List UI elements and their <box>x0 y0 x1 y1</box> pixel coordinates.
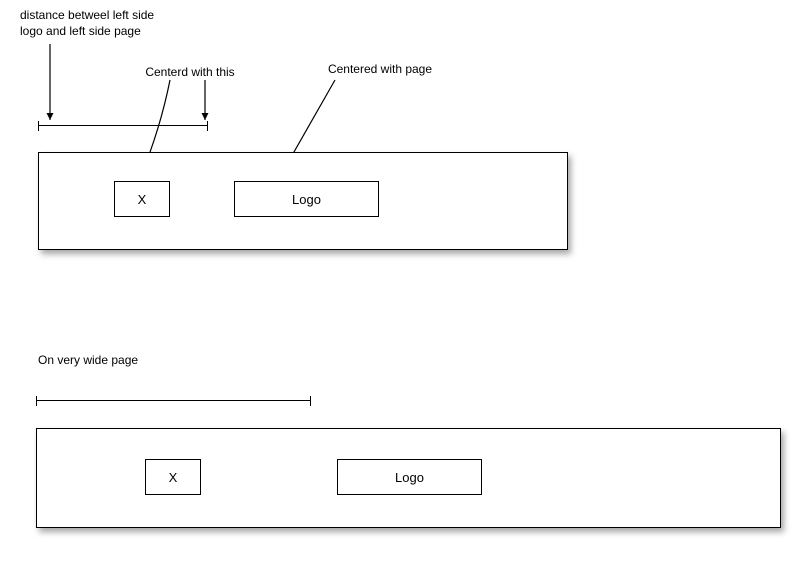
page-box-wide: X Logo <box>36 428 781 528</box>
x-label: X <box>169 470 178 485</box>
dimension-line-top <box>38 125 208 129</box>
annotation-text: Centerd with this <box>145 65 234 79</box>
logo-label: Logo <box>395 470 424 485</box>
annotation-text: Centered with page <box>328 62 432 76</box>
annotation-centered-with-this: Centerd with this <box>135 65 245 81</box>
x-label: X <box>138 192 147 207</box>
x-box-wide: X <box>145 459 201 495</box>
annotation-centered-with-page: Centered with page <box>310 62 450 78</box>
logo-box-wide: Logo <box>337 459 482 495</box>
annotation-text: distance betweel left side logo and left… <box>20 8 154 38</box>
x-box: X <box>114 181 170 217</box>
dimension-line-wide <box>36 400 311 404</box>
logo-label: Logo <box>292 192 321 207</box>
page-box-narrow: X Logo <box>38 152 568 250</box>
annotation-text: On very wide page <box>38 353 138 367</box>
annotation-distance-left: distance betweel left side logo and left… <box>20 8 190 39</box>
annotation-wide-page: On very wide page <box>38 353 138 369</box>
logo-box: Logo <box>234 181 379 217</box>
